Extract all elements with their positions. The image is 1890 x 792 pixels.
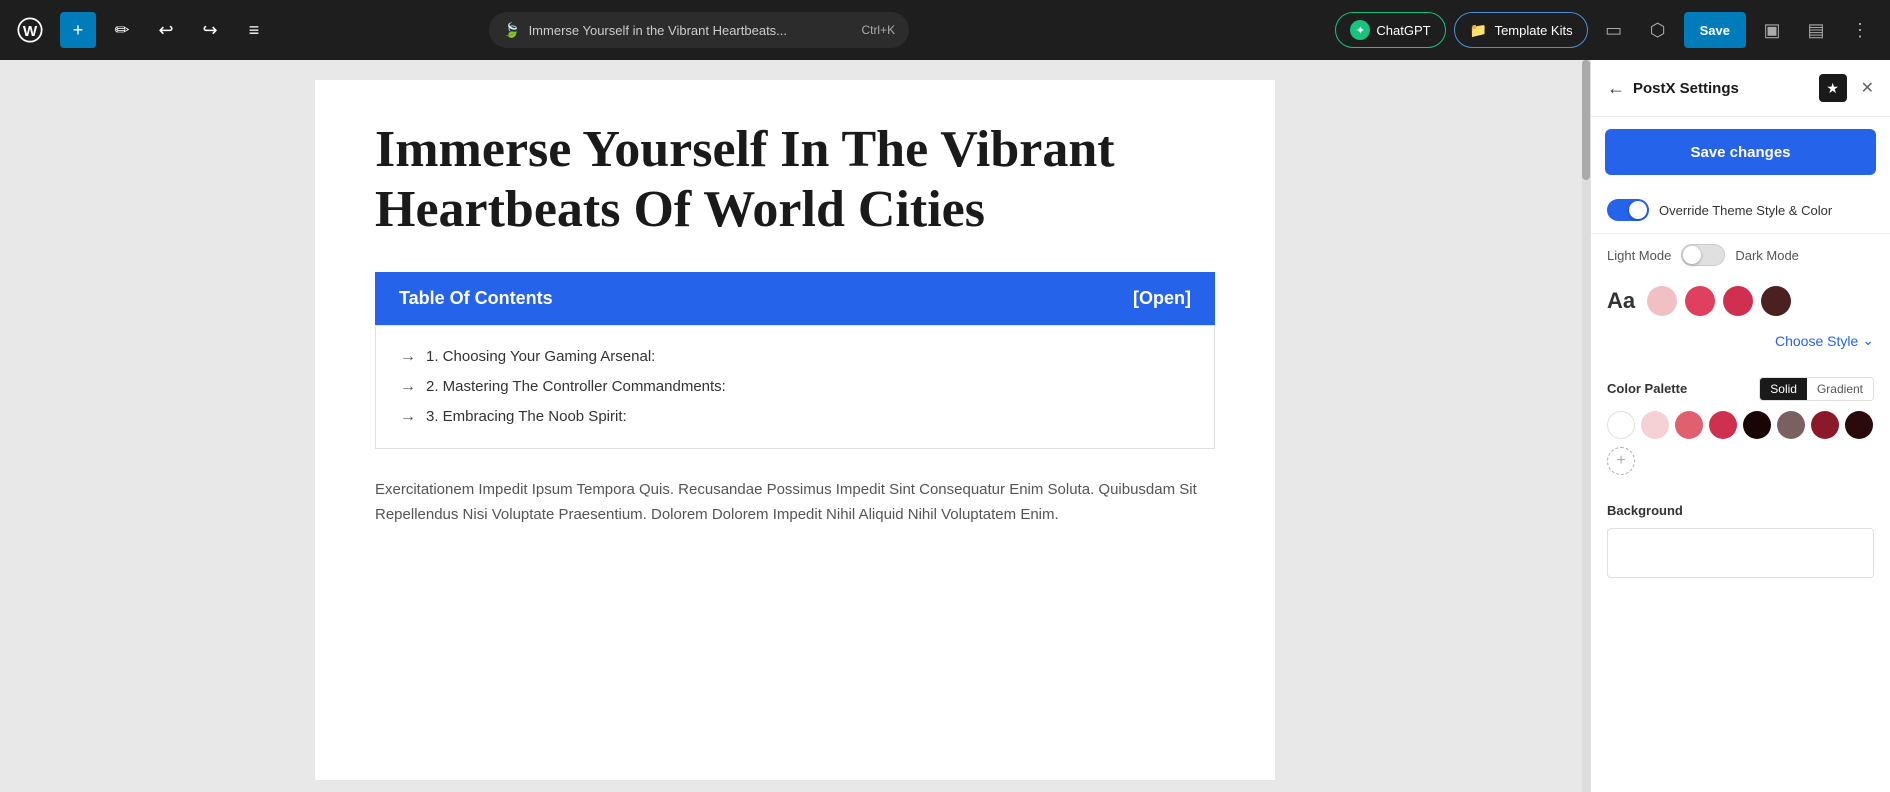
toc-arrow-3: → — [400, 408, 416, 426]
toc-items: → 1. Choosing Your Gaming Arsenal: → 2. … — [375, 325, 1215, 449]
desktop-view-button[interactable]: ▭ — [1596, 12, 1632, 48]
toc-item-1[interactable]: → 1. Choosing Your Gaming Arsenal: — [400, 342, 1190, 372]
choose-style-label: Choose Style — [1775, 333, 1858, 349]
toc-arrow-2: → — [400, 378, 416, 396]
mode-toggle-knob — [1683, 246, 1701, 264]
override-theme-section: Override Theme Style & Color — [1591, 187, 1890, 234]
palette-section: Color Palette Solid Gradient + — [1591, 365, 1890, 491]
palette-swatch-6[interactable] — [1811, 411, 1839, 439]
chatgpt-icon: ✦ — [1350, 20, 1370, 40]
toc-heading: Table Of Contents — [399, 288, 553, 309]
url-bar[interactable]: 🍃 Immerse Yourself in the Vibrant Heartb… — [489, 12, 909, 48]
scrollbar-track[interactable] — [1582, 60, 1590, 792]
toc-arrow-1: → — [400, 348, 416, 366]
external-link-button[interactable]: ⬡ — [1640, 12, 1676, 48]
mode-toggle[interactable] — [1681, 244, 1725, 266]
palette-swatch-7[interactable] — [1845, 411, 1873, 439]
panel-back-button[interactable]: ← — [1607, 78, 1625, 99]
toc-block: Table Of Contents [Open] — [375, 272, 1215, 325]
panel-header: ← PostX Settings ★ ✕ — [1591, 60, 1890, 117]
scrollbar-thumb[interactable] — [1582, 60, 1590, 180]
palette-swatch-5[interactable] — [1777, 411, 1805, 439]
palette-swatch-3[interactable] — [1709, 411, 1737, 439]
dark-mode-label: Dark Mode — [1735, 248, 1799, 263]
chatgpt-button[interactable]: ✦ ChatGPT — [1335, 12, 1445, 48]
color-swatch-2[interactable] — [1723, 286, 1753, 316]
palette-swatch-4[interactable] — [1743, 411, 1771, 439]
override-toggle-label: Override Theme Style & Color — [1659, 203, 1832, 218]
toc-item-2[interactable]: → 2. Mastering The Controller Commandmen… — [400, 372, 1190, 402]
choose-style-row: Choose Style ⌄ — [1591, 326, 1890, 365]
page-body: Exercitationem Impedit Ipsum Tempora Qui… — [375, 477, 1215, 528]
toolbar: W + ✏ ↩ ↪ ≡ 🍃 Immerse Yourself in the Vi… — [0, 0, 1890, 60]
mode-row: Light Mode Dark Mode — [1591, 234, 1890, 276]
main: Immerse Yourself In The Vibrant Heartbea… — [0, 60, 1890, 792]
add-swatch-button[interactable]: + — [1607, 447, 1635, 475]
add-block-button[interactable]: + — [60, 12, 96, 48]
pencil-button[interactable]: ✏ — [104, 12, 140, 48]
wp-logo: W — [12, 12, 48, 48]
canvas-area[interactable]: Immerse Yourself In The Vibrant Heartbea… — [0, 60, 1590, 792]
background-title: Background — [1607, 503, 1874, 518]
background-preview[interactable] — [1607, 528, 1874, 578]
palette-swatch-0[interactable] — [1607, 411, 1635, 439]
right-panel: ← PostX Settings ★ ✕ Save changes Overri… — [1590, 60, 1890, 792]
panel-star-button[interactable]: ★ — [1819, 74, 1847, 102]
palette-colors — [1607, 411, 1874, 439]
save-button[interactable]: Save — [1684, 12, 1746, 48]
toc-item-3-text: 3. Embracing The Noob Spirit: — [426, 408, 627, 425]
template-kits-label: Template Kits — [1495, 23, 1573, 38]
undo-button[interactable]: ↩ — [148, 12, 184, 48]
save-changes-button[interactable]: Save changes — [1605, 129, 1876, 175]
color-palette-title: Color Palette — [1607, 381, 1687, 396]
toc-item-1-text: 1. Choosing Your Gaming Arsenal: — [426, 348, 655, 365]
override-toggle-knob — [1629, 201, 1647, 219]
background-section: Background — [1591, 491, 1890, 590]
gradient-tab[interactable]: Gradient — [1807, 378, 1873, 400]
template-kits-icon: 📁 — [1469, 20, 1489, 40]
palette-tabs: Solid Gradient — [1759, 377, 1874, 401]
redo-button[interactable]: ↪ — [192, 12, 228, 48]
layout-button[interactable]: ▣ — [1754, 12, 1790, 48]
color-swatch-1[interactable] — [1685, 286, 1715, 316]
choose-style-chevron: ⌄ — [1862, 332, 1874, 349]
toc-item-2-text: 2. Mastering The Controller Commandments… — [426, 378, 726, 395]
override-toggle[interactable] — [1607, 199, 1649, 221]
more-options-button[interactable]: ⋮ — [1842, 12, 1878, 48]
page-content: Immerse Yourself In The Vibrant Heartbea… — [315, 80, 1275, 780]
keyboard-shortcut: Ctrl+K — [861, 23, 895, 37]
palette-header: Color Palette Solid Gradient — [1607, 377, 1874, 401]
panel-close-button[interactable]: ✕ — [1861, 78, 1874, 98]
toc-item-3[interactable]: → 3. Embracing The Noob Spirit: — [400, 402, 1190, 432]
chatgpt-label: ChatGPT — [1376, 23, 1430, 38]
list-view-button[interactable]: ≡ — [236, 12, 272, 48]
toc-header: Table Of Contents [Open] — [399, 288, 1191, 309]
typography-swatches-row: Aa — [1591, 276, 1890, 326]
page-title: Immerse Yourself In The Vibrant Heartbea… — [375, 120, 1215, 240]
light-mode-label: Light Mode — [1607, 248, 1671, 263]
palette-swatch-1[interactable] — [1641, 411, 1669, 439]
palette-swatch-2[interactable] — [1675, 411, 1703, 439]
split-view-button[interactable]: ▤ — [1798, 12, 1834, 48]
toolbar-right: ✦ ChatGPT 📁 Template Kits ▭ ⬡ Save ▣ ▤ ⋮ — [1335, 12, 1878, 48]
toc-toggle[interactable]: [Open] — [1133, 288, 1191, 309]
color-swatch-3[interactable] — [1761, 286, 1791, 316]
panel-title: PostX Settings — [1633, 80, 1811, 97]
template-kits-button[interactable]: 📁 Template Kits — [1454, 12, 1588, 48]
url-text: Immerse Yourself in the Vibrant Heartbea… — [529, 23, 854, 38]
svg-text:W: W — [23, 23, 38, 40]
add-swatch-row: + — [1607, 447, 1874, 479]
solid-tab[interactable]: Solid — [1760, 378, 1807, 400]
leaf-icon: 🍃 — [503, 22, 520, 39]
choose-style-button[interactable]: Choose Style ⌄ — [1775, 332, 1874, 349]
aa-label: Aa — [1607, 288, 1635, 314]
color-swatch-0[interactable] — [1647, 286, 1677, 316]
